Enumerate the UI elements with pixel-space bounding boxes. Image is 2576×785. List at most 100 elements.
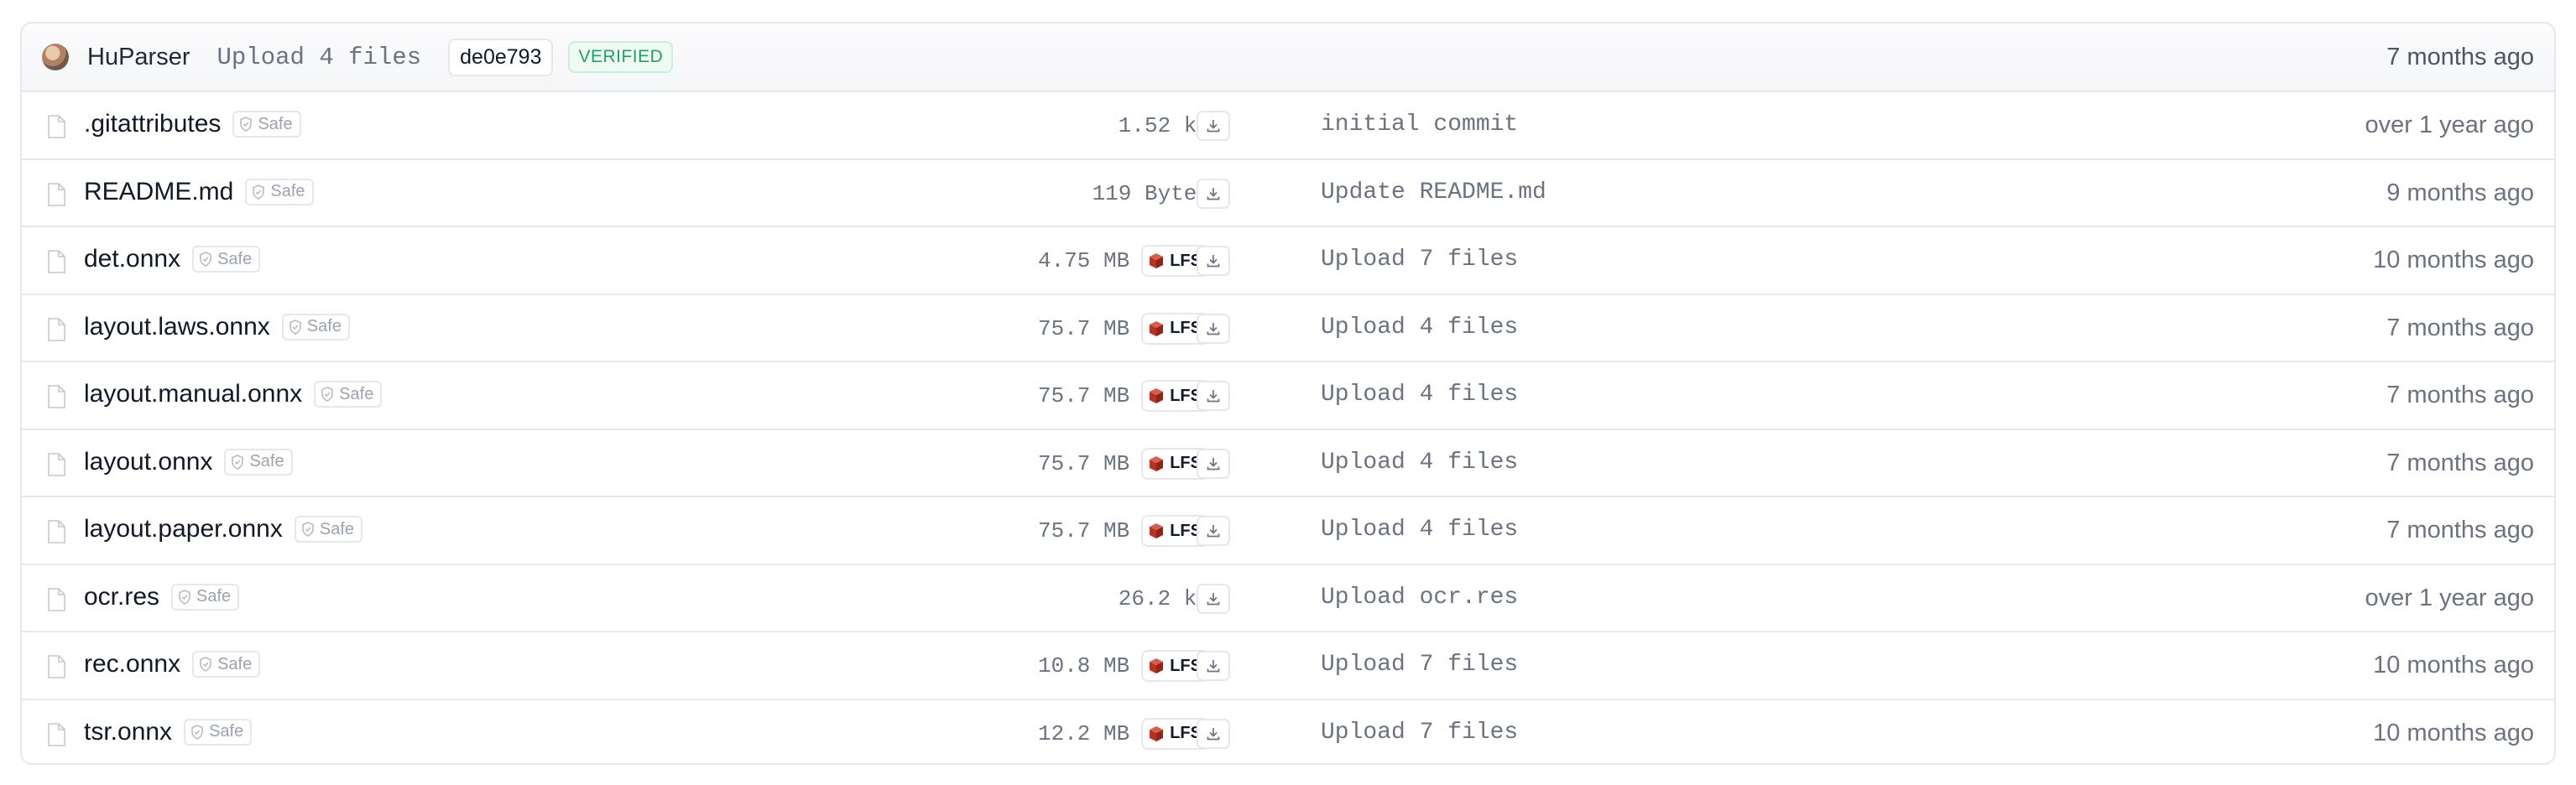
file-list-panel: HuParser Upload 4 files de0e793 VERIFIED…: [20, 22, 2556, 765]
download-icon: [1207, 255, 1220, 268]
download-icon: [1207, 322, 1220, 335]
file-name-link[interactable]: tsr.onnx: [84, 718, 172, 746]
safe-badge[interactable]: Safe: [294, 516, 363, 543]
download-button[interactable]: [1197, 313, 1230, 344]
file-name-link[interactable]: README.md: [84, 178, 233, 206]
file-last-commit[interactable]: Upload 4 files: [1321, 517, 1518, 543]
safe-badge[interactable]: Safe: [184, 718, 253, 746]
file-row: tsr.onnx Safe 12.2 MB LFS Upload 7 files…: [22, 700, 2554, 764]
file-date: 7 months ago: [2386, 382, 2534, 408]
file-last-commit[interactable]: Upload 7 files: [1321, 720, 1518, 746]
file-name-link[interactable]: layout.onnx: [84, 448, 212, 476]
download-button[interactable]: [1197, 718, 1230, 749]
file-row: layout.laws.onnx Safe 75.7 MB LFS Upload…: [22, 295, 2554, 362]
safe-badge[interactable]: Safe: [192, 651, 261, 678]
file-date: 9 months ago: [2386, 179, 2534, 206]
download-button[interactable]: [1197, 651, 1230, 681]
download-button[interactable]: [1197, 448, 1230, 479]
download-button[interactable]: [1197, 111, 1230, 141]
safe-badge[interactable]: Safe: [224, 448, 293, 476]
file-name-group: .gitattributes Safe: [84, 110, 301, 138]
file-name-group: layout.paper.onnx Safe: [84, 515, 363, 543]
verified-badge: VERIFIED: [568, 41, 674, 73]
file-date: 10 months ago: [2373, 247, 2534, 273]
file-last-commit[interactable]: Upload 4 files: [1321, 450, 1518, 476]
shield-check-icon: [289, 319, 301, 335]
file-date: 7 months ago: [2386, 517, 2534, 543]
file-last-commit[interactable]: Upload 7 files: [1321, 247, 1518, 273]
file-icon: [48, 317, 65, 341]
commit-author[interactable]: HuParser: [87, 44, 190, 71]
safe-label: Safe: [217, 249, 253, 268]
file-size: 10.8 MB: [1038, 653, 1130, 678]
file-row: layout.onnx Safe 75.7 MB LFS Upload 4 fi…: [22, 430, 2554, 497]
file-size-group: 4.75 MB LFS: [1038, 227, 1210, 294]
file-icon: [48, 385, 65, 408]
safe-badge[interactable]: Safe: [245, 178, 314, 205]
lfs-cube-icon: [1150, 523, 1164, 538]
file-last-commit[interactable]: initial commit: [1321, 112, 1518, 138]
file-icon: [48, 587, 65, 611]
file-name-link[interactable]: layout.paper.onnx: [84, 515, 283, 543]
file-last-commit[interactable]: Update README.md: [1321, 179, 1546, 205]
file-name-group: layout.manual.onnx Safe: [84, 380, 383, 408]
safe-label: Safe: [339, 384, 374, 403]
download-button[interactable]: [1197, 516, 1230, 546]
file-name-link[interactable]: .gitattributes: [84, 110, 221, 138]
download-icon: [1207, 525, 1220, 538]
download-button[interactable]: [1197, 246, 1230, 276]
download-button[interactable]: [1197, 381, 1230, 411]
shield-check-icon: [191, 724, 203, 740]
file-date: over 1 year ago: [2365, 584, 2534, 611]
file-last-commit[interactable]: Upload ocr.res: [1321, 585, 1518, 611]
file-name-link[interactable]: layout.laws.onnx: [84, 313, 270, 341]
file-name-link[interactable]: ocr.res: [84, 583, 159, 611]
file-name-group: tsr.onnx Safe: [84, 718, 253, 746]
lfs-cube-icon: [1150, 725, 1164, 741]
file-size-group: 12.2 MB LFS: [1038, 700, 1210, 764]
file-row: ocr.res Safe 26.2 kB Upload ocr.res over…: [22, 565, 2554, 632]
file-last-commit[interactable]: Upload 7 files: [1321, 652, 1518, 678]
lfs-cube-icon: [1150, 658, 1164, 673]
commit-date: 7 months ago: [2386, 43, 2534, 70]
file-size-group: 75.7 MB LFS: [1038, 295, 1210, 362]
download-icon: [1207, 727, 1220, 740]
shield-check-icon: [200, 657, 211, 672]
file-date: 10 months ago: [2373, 652, 2534, 678]
file-row: rec.onnx Safe 10.8 MB LFS Upload 7 files…: [22, 632, 2554, 700]
safe-badge[interactable]: Safe: [281, 313, 350, 341]
download-button[interactable]: [1197, 583, 1230, 614]
file-size: 12.2 MB: [1038, 720, 1130, 746]
file-name-link[interactable]: layout.manual.onnx: [84, 380, 302, 408]
shield-check-icon: [179, 589, 190, 605]
shield-check-icon: [200, 252, 211, 267]
safe-badge[interactable]: Safe: [192, 246, 261, 273]
file-name-group: layout.onnx Safe: [84, 448, 293, 476]
file-icon: [48, 520, 65, 543]
file-name-group: det.onnx Safe: [84, 245, 261, 273]
file-name-link[interactable]: det.onnx: [84, 245, 180, 273]
safe-badge[interactable]: Safe: [314, 381, 383, 408]
file-name-link[interactable]: rec.onnx: [84, 650, 180, 678]
file-icon: [48, 722, 65, 746]
safe-badge[interactable]: Safe: [232, 111, 301, 138]
file-last-commit[interactable]: Upload 4 files: [1321, 315, 1518, 341]
shield-check-icon: [240, 117, 253, 132]
file-name-group: ocr.res Safe: [84, 583, 240, 611]
file-row: det.onnx Safe 4.75 MB LFS Upload 7 files…: [22, 227, 2554, 295]
shield-check-icon: [253, 184, 265, 200]
shield-check-icon: [232, 454, 244, 470]
commit-message[interactable]: Upload 4 files: [217, 44, 422, 71]
download-icon: [1207, 660, 1220, 673]
file-last-commit[interactable]: Upload 4 files: [1321, 382, 1518, 408]
file-name-group: README.md Safe: [84, 178, 314, 206]
safe-badge[interactable]: Safe: [171, 583, 240, 611]
download-button[interactable]: [1197, 178, 1230, 209]
commit-hash[interactable]: de0e793: [448, 38, 554, 76]
file-rows: .gitattributes Safe 1.52 kB initial comm…: [22, 92, 2554, 764]
file-icon: [48, 115, 65, 138]
file-date: 7 months ago: [2386, 449, 2534, 476]
avatar[interactable]: [42, 44, 69, 70]
file-size-group: 75.7 MB LFS: [1038, 497, 1210, 564]
file-size: 75.7 MB: [1038, 518, 1130, 543]
